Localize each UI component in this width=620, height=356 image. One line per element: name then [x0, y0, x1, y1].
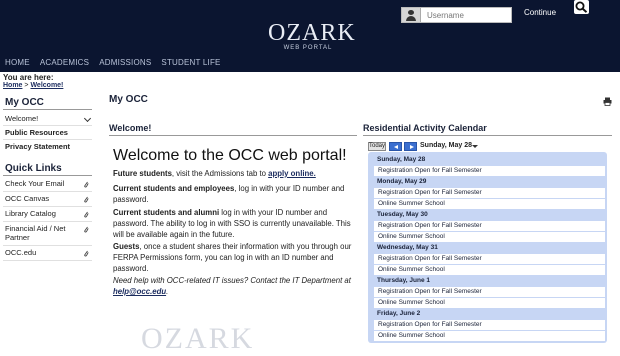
- sidebar-item-welcome[interactable]: Welcome!: [3, 112, 92, 126]
- quick-link-label: OCC Canvas: [5, 194, 50, 203]
- calendar-event[interactable]: Online Summer School: [374, 331, 605, 341]
- text: .: [166, 287, 169, 296]
- calendar-event[interactable]: Registration Open for Fall Semester: [374, 221, 605, 231]
- prev-day-button[interactable]: [389, 142, 402, 151]
- sidebar-item-privacy-statement[interactable]: Privacy Statement: [3, 140, 92, 154]
- search-icon: [575, 1, 588, 13]
- nav-admissions[interactable]: ADMISSIONS: [99, 57, 151, 71]
- text: , once a student shares their informatio…: [113, 242, 352, 273]
- calendar-event[interactable]: Online Summer School: [374, 265, 605, 275]
- breadcrumb-home[interactable]: Home: [3, 82, 22, 89]
- calendar-event[interactable]: Online Summer School: [374, 199, 605, 209]
- sidebar-item-label: Privacy Statement: [5, 142, 71, 151]
- breadcrumb-separator: >: [24, 82, 29, 89]
- chevron-down-icon[interactable]: [83, 114, 92, 123]
- paperclip-icon: [84, 211, 89, 218]
- quick-link-check-email[interactable]: Check Your Email: [3, 177, 92, 192]
- quick-links-title: Quick Links: [5, 163, 62, 174]
- calendar-event[interactable]: Online Summer School: [374, 298, 605, 308]
- calendar-event[interactable]: Online Summer School: [374, 232, 605, 242]
- divider: [363, 135, 612, 136]
- quick-link-financial-aid[interactable]: Financial Aid / Net Partner: [3, 222, 92, 246]
- text: Need help with OCC-related IT issues? Co…: [113, 276, 351, 285]
- breadcrumb-current[interactable]: Welcome!: [30, 82, 63, 89]
- header: OZARK WEB PORTAL Continue HOME ACADEMICS…: [0, 0, 620, 72]
- calendar-day-label: Tuesday, May 30: [377, 211, 428, 218]
- sidebar-item-label: Public Resources: [5, 128, 68, 137]
- quick-link-label: Library Catalog: [5, 209, 56, 218]
- today-button[interactable]: Today: [368, 142, 386, 151]
- divider: [109, 135, 357, 136]
- paperclip-icon: [84, 250, 89, 257]
- text-bold: Guests: [113, 242, 140, 251]
- calendar-title: Residential Activity Calendar: [363, 123, 487, 133]
- calendar-list: Sunday, May 28 Registration Open for Fal…: [368, 152, 607, 343]
- calendar-event[interactable]: Registration Open for Fall Semester: [374, 287, 605, 297]
- sidebar-item-public-resources[interactable]: Public Resources: [3, 126, 92, 140]
- text-bold: Current students and employees: [113, 184, 235, 193]
- calendar-day-label: Thursday, June 1: [377, 277, 430, 284]
- divider: [3, 175, 92, 176]
- calendar-day-label: Friday, June 2: [377, 310, 421, 317]
- nav-academics[interactable]: ACADEMICS: [40, 57, 89, 71]
- you-are-here-label: You are here:: [3, 73, 54, 82]
- divider: [3, 109, 92, 110]
- watermark-logo: OZARK: [141, 322, 255, 355]
- caret-down-icon[interactable]: [472, 145, 478, 148]
- continue-button[interactable]: Continue: [524, 8, 556, 17]
- paperclip-icon: [84, 226, 89, 233]
- quick-link-occ-edu[interactable]: OCC.edu: [3, 246, 92, 261]
- search-button[interactable]: [574, 0, 589, 14]
- logo-text: OZARK: [268, 20, 356, 46]
- main-nav: HOME ACADEMICS ADMISSIONS STUDENT LIFE: [0, 57, 226, 71]
- quick-link-label: Check Your Email: [5, 179, 65, 188]
- calendar-day-label: Monday, May 29: [377, 178, 427, 185]
- paperclip-icon: [84, 196, 89, 203]
- welcome-paragraph-current: Current students and employees, log in w…: [113, 183, 358, 205]
- quick-link-library-catalog[interactable]: Library Catalog: [3, 207, 92, 222]
- quick-link-occ-canvas[interactable]: OCC Canvas: [3, 192, 92, 207]
- welcome-paragraph-future: Future students, visit the Admissions ta…: [113, 168, 358, 179]
- nav-student-life[interactable]: STUDENT LIFE: [161, 57, 220, 71]
- my-occ-title: My OCC: [5, 97, 44, 108]
- print-icon[interactable]: [603, 97, 612, 106]
- text-bold: Current students and alumni: [113, 208, 220, 217]
- site-logo[interactable]: OZARK WEB PORTAL: [268, 20, 356, 52]
- welcome-paragraph-alumni: Current students and alumni log in with …: [113, 207, 358, 240]
- calendar-event[interactable]: Registration Open for Fall Semester: [374, 166, 605, 176]
- welcome-heading: Welcome to the OCC web portal!: [113, 147, 347, 164]
- page-title: My OCC: [109, 94, 148, 105]
- calendar-event[interactable]: Registration Open for Fall Semester: [374, 188, 605, 198]
- calendar-day-label: Wednesday, May 31: [377, 244, 438, 251]
- welcome-paragraph-help: Need help with OCC-related IT issues? Co…: [113, 275, 358, 297]
- username-input[interactable]: [422, 8, 511, 22]
- apply-online-link[interactable]: apply online.: [268, 169, 316, 178]
- nav-home[interactable]: HOME: [5, 57, 30, 71]
- welcome-section-title: Welcome!: [109, 123, 152, 133]
- user-icon: [402, 8, 421, 22]
- calendar-current-date[interactable]: Sunday, May 28: [420, 142, 472, 149]
- calendar-day-label: Sunday, May 28: [377, 156, 426, 163]
- username-field: [401, 7, 512, 23]
- breadcrumb: Home > Welcome!: [3, 82, 63, 89]
- help-email-link[interactable]: help@occ.edu: [113, 287, 166, 296]
- paperclip-icon: [84, 181, 89, 188]
- next-day-button[interactable]: [404, 142, 417, 151]
- calendar-event[interactable]: Registration Open for Fall Semester: [374, 320, 605, 330]
- welcome-paragraph-guests: Guests, once a student shares their info…: [113, 241, 358, 274]
- quick-link-label: Financial Aid / Net Partner: [5, 224, 66, 242]
- text-bold: Future students: [113, 169, 172, 178]
- text: , visit the Admissions tab to: [171, 169, 269, 178]
- sidebar-item-label: Welcome!: [5, 114, 39, 123]
- quick-link-label: OCC.edu: [5, 248, 37, 257]
- calendar-event[interactable]: Registration Open for Fall Semester: [374, 254, 605, 264]
